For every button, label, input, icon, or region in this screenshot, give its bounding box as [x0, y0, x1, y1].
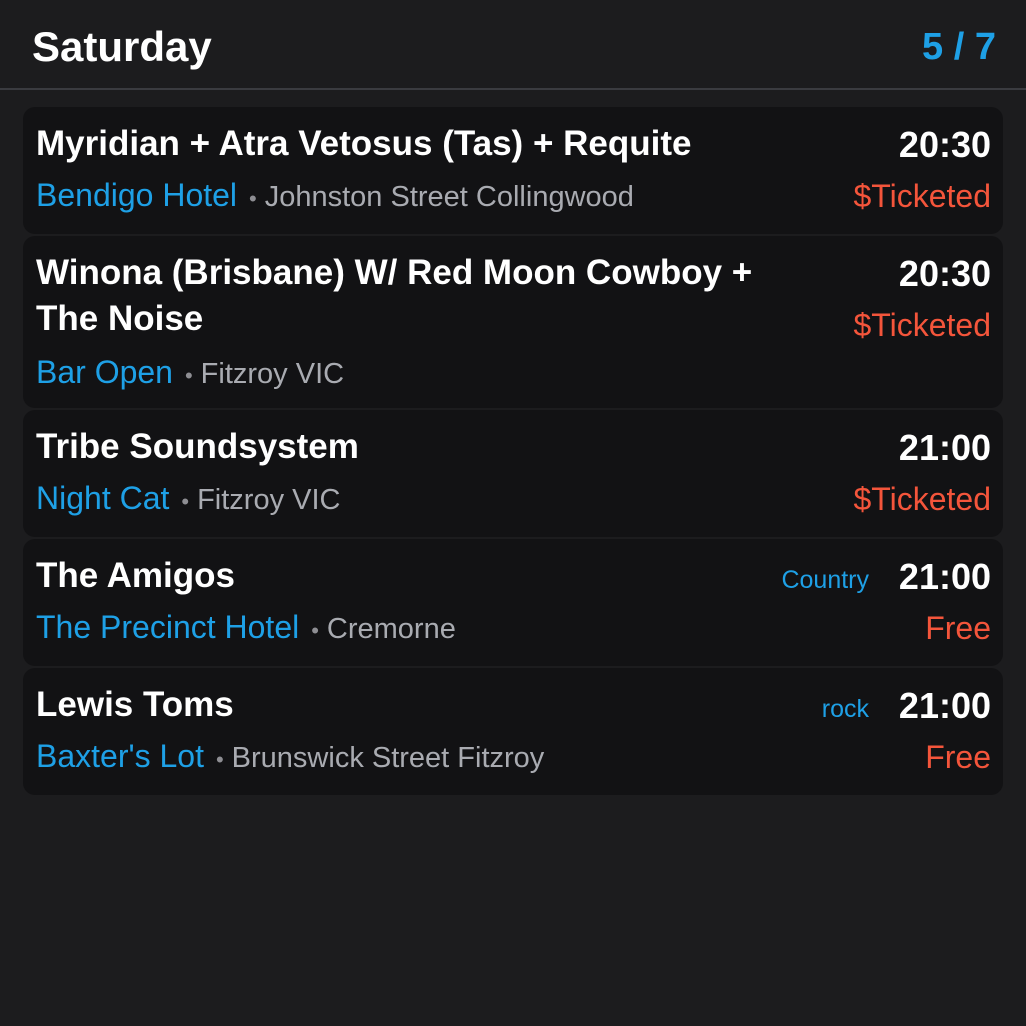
venue-link[interactable]: Bendigo Hotel	[36, 177, 237, 213]
event-price: $Ticketed	[853, 178, 991, 214]
event-card[interactable]: Myridian + Atra Vetosus (Tas) + Requite …	[23, 107, 1003, 234]
event-list: Myridian + Atra Vetosus (Tas) + Requite …	[23, 107, 1003, 797]
separator-dot: •	[181, 489, 190, 514]
event-price: $Ticketed	[853, 481, 991, 517]
genre-tag: Country	[781, 566, 869, 594]
event-time: 21:00	[898, 685, 991, 726]
venue-line: Bendigo Hotel • Johnston Street Collingwoo…	[36, 174, 634, 223]
separator-dot: •	[311, 618, 319, 643]
event-price: Free	[925, 739, 991, 775]
header: Saturday 5 / 7	[0, 0, 1026, 90]
event-title: Myridian + Atra Vetosus (Tas) + Requite	[36, 124, 692, 163]
event-title: The Amigos	[36, 556, 235, 595]
event-time: 21:00	[898, 556, 991, 597]
separator-dot: •	[215, 747, 224, 772]
event-card[interactable]: Lewis Toms rock 21:00 Free Baxter's Lot •…	[23, 668, 1003, 795]
event-card[interactable]: Tribe Soundsystem 21:00 $Ticketed Night …	[23, 410, 1003, 537]
venue-line: The Precinct Hotel • Cremorne	[36, 606, 456, 655]
event-title: Winona (Brisbane) W/ Red Moon Cowboy + T…	[36, 253, 753, 338]
venue-link[interactable]: Baxter's Lot	[36, 738, 204, 774]
event-time: 21:00	[898, 427, 991, 468]
separator-dot: •	[249, 186, 257, 211]
event-title: Tribe Soundsystem	[36, 427, 359, 466]
event-location: Cremorne	[326, 613, 456, 645]
event-time: 20:30	[898, 253, 991, 294]
event-time: 20:30	[898, 124, 991, 165]
event-card[interactable]: The Amigos Country 21:00 Free The Precin…	[23, 539, 1003, 666]
genre-tag: rock	[821, 695, 869, 723]
venue-line: Night Cat • Fitzroy VIC	[36, 477, 341, 526]
venue-link[interactable]: Bar Open	[36, 354, 173, 390]
event-card[interactable]: Winona (Brisbane) W/ Red Moon Cowboy + T…	[23, 236, 1003, 408]
event-title: Lewis Toms	[36, 685, 234, 724]
event-price: $Ticketed	[853, 307, 991, 343]
separator-dot: •	[184, 363, 193, 388]
event-location: Brunswick Street Fitzroy	[231, 742, 545, 774]
venue-line: Baxter's Lot • Brunswick Street Fitzroy	[36, 735, 544, 784]
page-title: Saturday	[32, 23, 212, 70]
venue-link[interactable]: Night Cat	[36, 480, 169, 516]
event-location: Fitzroy VIC	[197, 484, 341, 516]
event-location: Johnston Street Collingwood	[264, 181, 634, 213]
venue-link[interactable]: The Precinct Hotel	[36, 609, 299, 645]
event-location: Fitzroy VIC	[200, 358, 345, 390]
venue-line: Bar Open • Fitzroy VIC	[36, 351, 344, 400]
page-indicator: 5 / 7	[922, 26, 996, 68]
event-price: Free	[925, 610, 991, 646]
